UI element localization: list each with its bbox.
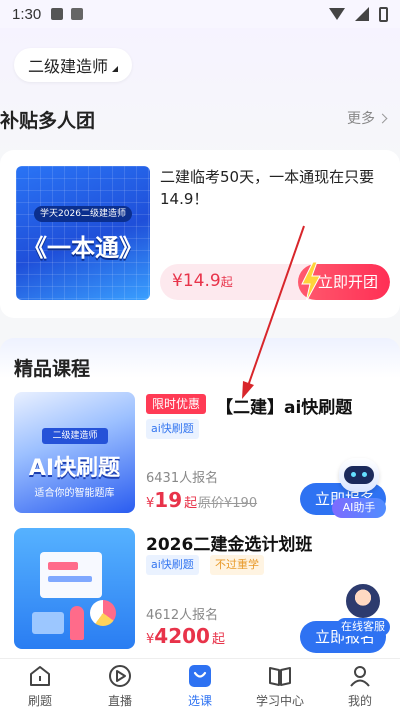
cover-footer: 适合你的智能题库 bbox=[34, 488, 115, 499]
chevron-right-icon bbox=[377, 113, 388, 123]
cover-chart-bar bbox=[48, 562, 78, 570]
tab-label: 学习中心 bbox=[255, 694, 304, 708]
robot-icon bbox=[339, 458, 379, 492]
cover-title: 《一本通》 bbox=[23, 234, 143, 262]
courses-section-title: 精品课程 bbox=[14, 358, 91, 380]
more-label: 更多 bbox=[347, 111, 375, 127]
status-bar: 1:30 bbox=[0, 0, 400, 28]
robot-eye bbox=[362, 472, 367, 477]
cover-person-illustration bbox=[70, 606, 84, 640]
cover-chart-bar bbox=[48, 576, 92, 582]
original-price: 原价¥190 bbox=[198, 496, 258, 511]
bottom-tab-bar: 刷题 直播 选课 学习中心 我的 bbox=[0, 658, 400, 711]
group-buy-cover-image[interactable]: 学天2026二级建造师 《一本通》 bbox=[16, 166, 150, 300]
app-notification-icon bbox=[71, 8, 84, 20]
ai-assistant-label: AI助手 bbox=[332, 498, 386, 518]
course-tag: ai快刷题 bbox=[146, 419, 199, 439]
enroll-count: 6431人报名 bbox=[146, 471, 219, 486]
customer-service-float[interactable]: 在线客服 bbox=[336, 582, 390, 638]
course-cover-image[interactable]: 二级建造师 AI快刷题 适合你的智能题库 bbox=[14, 392, 135, 513]
cover-title: AI快刷题 bbox=[28, 456, 121, 481]
signal-icon bbox=[355, 7, 369, 21]
exam-category-selector[interactable]: 二级建造师 bbox=[14, 48, 133, 82]
limited-offer-badge: 限时优惠 bbox=[146, 394, 207, 414]
dropdown-triangle-icon bbox=[112, 66, 119, 72]
group-buy-price: ¥14.9起 bbox=[172, 271, 233, 291]
customer-service-label: 在线客服 bbox=[336, 618, 390, 636]
cover-pie-illustration bbox=[90, 600, 116, 626]
course-tag: 不过重学 bbox=[210, 555, 264, 575]
robot-face bbox=[344, 466, 374, 484]
course-price: ¥19 起 bbox=[146, 488, 198, 512]
course-title[interactable]: 2026二建金选计划班 bbox=[146, 530, 312, 555]
tab-label: 刷题 bbox=[27, 694, 52, 708]
status-time: 1:30 bbox=[12, 5, 42, 23]
more-link[interactable]: 更多 bbox=[347, 108, 388, 128]
tab-me[interactable]: 我的 bbox=[320, 659, 400, 711]
course-icon bbox=[189, 665, 211, 687]
ai-assistant-float[interactable]: AI助手 bbox=[330, 454, 388, 520]
group-buy-section-title: 补贴多人团 bbox=[0, 110, 96, 132]
cover-board-illustration bbox=[40, 552, 102, 598]
tab-courses[interactable]: 选课 bbox=[160, 659, 240, 711]
exam-category-label: 二级建造师 bbox=[28, 57, 109, 76]
tab-label: 选课 bbox=[187, 694, 212, 708]
group-buy-price-bar[interactable]: ¥14.9起 立即开团 bbox=[160, 264, 390, 300]
image-notification-icon bbox=[51, 8, 64, 20]
play-icon bbox=[109, 665, 131, 687]
tab-label: 我的 bbox=[347, 694, 372, 708]
agent-avatar bbox=[344, 582, 382, 620]
cover-block-illustration bbox=[32, 612, 64, 634]
cover-subtitle: 学天2026二级建造师 bbox=[34, 206, 132, 222]
lightning-bolt-icon bbox=[301, 262, 321, 302]
course-title[interactable]: 【二建】ai快刷题 bbox=[216, 393, 352, 418]
user-icon bbox=[350, 666, 370, 687]
course-cover-image[interactable] bbox=[14, 528, 135, 649]
battery-icon bbox=[379, 6, 388, 22]
tab-study-center[interactable]: 学习中心 bbox=[240, 659, 320, 711]
group-buy-title[interactable]: 二建临考50天，一本通现在只要14.9！ bbox=[160, 166, 386, 210]
wifi-icon bbox=[329, 8, 345, 20]
tab-shuati[interactable]: 刷题 bbox=[0, 659, 80, 711]
book-icon bbox=[269, 667, 291, 686]
cover-tag: 二级建造师 bbox=[42, 428, 108, 444]
enroll-count: 4612人报名 bbox=[146, 608, 219, 623]
course-tag: ai快刷题 bbox=[146, 555, 199, 575]
robot-eye bbox=[351, 472, 356, 477]
home-icon bbox=[30, 666, 50, 686]
tab-label: 直播 bbox=[107, 694, 132, 708]
tab-live[interactable]: 直播 bbox=[80, 659, 160, 711]
course-price: ¥4200 起 bbox=[146, 624, 225, 648]
